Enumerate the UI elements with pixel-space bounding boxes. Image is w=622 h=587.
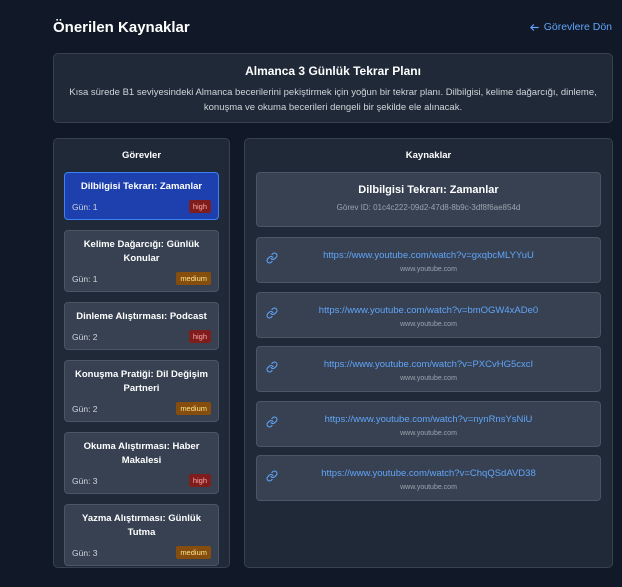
selected-task-id: Görev ID: 01c4c222-09d2-47d8-8b9c-3df8f6… (336, 203, 521, 212)
task-title: Kelime Dağarcığı: Günlük Konular (83, 239, 200, 264)
resource-link[interactable]: https://www.youtube.com/watch?v=PXCvHG5c… (256, 346, 601, 392)
task-title: Okuma Alıştırması: Haber Makalesi (83, 441, 200, 466)
task-item[interactable]: Dilbilgisi Tekrarı: Zamanlar Gün: 1 high (64, 172, 219, 220)
back-link-label: Görevlere Dön (543, 21, 612, 33)
task-title: Konuşma Pratiği: Dil Değişim Partneri (74, 369, 209, 394)
resource-link[interactable]: https://www.youtube.com/watch?v=ChqQSdAV… (256, 455, 601, 501)
resource-url[interactable]: https://www.youtube.com/watch?v=gxqbcMLY… (257, 250, 600, 261)
page-title: Önerilen Kaynaklar (53, 19, 190, 36)
priority-badge: medium (176, 402, 211, 415)
arrow-left-icon (529, 22, 540, 33)
resource-domain: www.youtube.com (400, 484, 457, 491)
resources-panel-title: Kaynaklar (405, 150, 452, 161)
task-title: Yazma Alıştırması: Günlük Tutma (82, 513, 201, 538)
link-icon (266, 469, 278, 487)
task-day: Gün: 1 (72, 273, 98, 284)
task-item[interactable]: Okuma Alıştırması: Haber Makalesi Gün: 3… (64, 432, 219, 494)
link-icon (266, 251, 278, 269)
resource-list: https://www.youtube.com/watch?v=gxqbcMLY… (256, 237, 601, 501)
resources-panel: Kaynaklar Dilbilgisi Tekrarı: Zamanlar G… (244, 138, 613, 568)
resource-link[interactable]: https://www.youtube.com/watch?v=nynRnsYs… (256, 400, 601, 447)
task-item[interactable]: Yazma Alıştırması: Günlük Tutma Gün: 3 me… (64, 504, 219, 566)
task-title: Dinleme Alıştırması: Podcast (76, 311, 207, 322)
task-item[interactable]: Dinleme Alıştırması: Podcast Gün: 2 high (64, 302, 219, 350)
plan-description: Kısa sürede B1 seviyesindeki Almanca bec… (69, 87, 597, 113)
task-day: Gün: 2 (72, 403, 98, 414)
task-day: Gün: 3 (72, 475, 98, 486)
task-day: Gün: 1 (72, 201, 98, 212)
task-day: Gün: 2 (72, 331, 98, 342)
priority-badge: high (188, 330, 211, 343)
link-icon (266, 360, 278, 378)
tasks-panel: Görevler Dilbilgisi Tekrarı: Zamanlar Gü… (53, 138, 230, 568)
resource-url[interactable]: https://www.youtube.com/watch?v=PXCvHG5c… (257, 359, 600, 370)
resource-url[interactable]: https://www.youtube.com/watch?v=ChqQSdAV… (257, 468, 600, 479)
link-icon (266, 415, 278, 433)
plan-summary-card: Almanca 3 Günlük Tekrar Planı Kısa süred… (53, 53, 613, 123)
priority-badge: high (188, 200, 211, 213)
plan-title: Almanca 3 Günlük Tekrar Planı (245, 64, 421, 78)
selected-task-card: Dilbilgisi Tekrarı: Zamanlar Görev ID: 0… (256, 172, 601, 227)
task-item[interactable]: Kelime Dağarcığı: Günlük Konular Gün: 1 m… (64, 230, 219, 292)
task-title: Dilbilgisi Tekrarı: Zamanlar (80, 181, 203, 192)
link-icon (266, 306, 278, 324)
resource-url[interactable]: https://www.youtube.com/watch?v=bmOGW4xA… (257, 305, 600, 316)
resource-url[interactable]: https://www.youtube.com/watch?v=nynRnsYs… (257, 414, 600, 425)
tasks-panel-title: Görevler (121, 150, 162, 161)
priority-badge: medium (176, 272, 211, 285)
resource-link[interactable]: https://www.youtube.com/watch?v=gxqbcMLY… (256, 237, 601, 283)
selected-task-title: Dilbilgisi Tekrarı: Zamanlar (358, 184, 499, 196)
resource-domain: www.youtube.com (400, 429, 457, 437)
resource-link[interactable]: https://www.youtube.com/watch?v=bmOGW4xA… (256, 291, 601, 338)
task-list: Dilbilgisi Tekrarı: Zamanlar Gün: 1 high … (64, 172, 219, 566)
priority-badge: high (188, 474, 211, 487)
resource-domain: www.youtube.com (400, 375, 457, 382)
resource-domain: www.youtube.com (400, 320, 457, 328)
task-day: Gün: 3 (72, 547, 98, 558)
back-to-tasks-link[interactable]: Görevlere Dön (529, 21, 612, 33)
priority-badge: medium (176, 546, 211, 559)
task-item[interactable]: Konuşma Pratiği: Dil Değişim Partneri Gü… (64, 360, 219, 422)
resource-domain: www.youtube.com (400, 266, 457, 273)
